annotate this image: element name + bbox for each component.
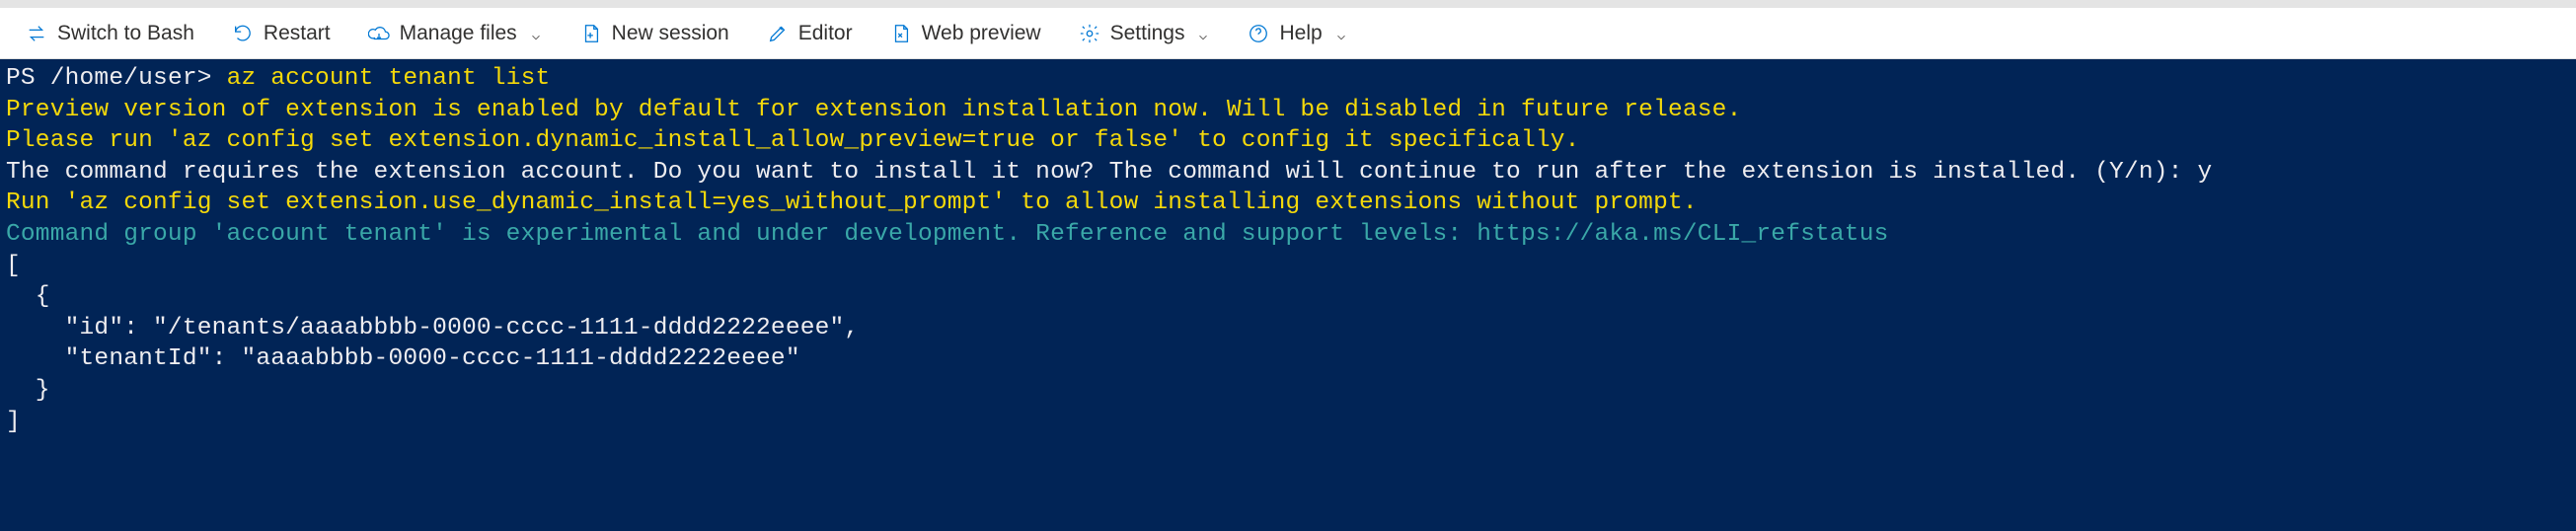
switch-shell-label: Switch to Bash	[57, 22, 194, 45]
gear-icon	[1079, 23, 1100, 44]
output-line: Please run 'az config set extension.dyna…	[6, 127, 1580, 154]
prompt-prefix: PS	[6, 65, 50, 92]
web-preview-button[interactable]: Web preview	[872, 16, 1059, 51]
prompt-path: /home/user	[50, 65, 197, 92]
json-line: "tenantId": "aaaabbbb-0000-cccc-1111-ddd…	[6, 345, 800, 372]
web-preview-label: Web preview	[922, 22, 1041, 45]
json-line: {	[6, 283, 50, 310]
editor-button[interactable]: Editor	[749, 16, 871, 51]
restart-button[interactable]: Restart	[214, 16, 348, 51]
output-line: Preview version of extension is enabled …	[6, 97, 1741, 123]
web-preview-icon	[890, 23, 912, 44]
manage-files-label: Manage files	[400, 22, 517, 45]
manage-files-button[interactable]: Manage files	[350, 16, 561, 51]
chevron-down-icon	[529, 27, 543, 40]
json-line: [	[6, 253, 21, 279]
output-line: Run 'az config set extension.use_dynamic…	[6, 190, 1698, 216]
restart-label: Restart	[264, 22, 331, 45]
terminal-output[interactable]: PS /home/user> az account tenant list Pr…	[0, 59, 2576, 531]
cloud-shell-toolbar: Switch to Bash Restart Manage files New …	[0, 8, 2576, 59]
new-session-button[interactable]: New session	[563, 16, 747, 51]
settings-button[interactable]: Settings	[1061, 16, 1229, 51]
help-button[interactable]: Help	[1230, 16, 1365, 51]
help-label: Help	[1279, 22, 1322, 45]
json-line: "id": "/tenants/aaaabbbb-0000-cccc-1111-…	[6, 315, 859, 341]
swap-icon	[26, 23, 47, 44]
command-text: az account tenant list	[227, 65, 551, 92]
new-session-label: New session	[612, 22, 729, 45]
editor-label: Editor	[798, 22, 853, 45]
new-session-icon	[580, 23, 602, 44]
prompt-suffix: >	[197, 65, 227, 92]
output-line: The command requires the extension accou…	[6, 159, 2212, 186]
switch-shell-button[interactable]: Switch to Bash	[8, 16, 212, 51]
editor-icon	[767, 23, 789, 44]
chevron-down-icon	[1334, 27, 1348, 40]
settings-label: Settings	[1110, 22, 1185, 45]
chevron-down-icon	[1196, 27, 1210, 40]
restart-icon	[232, 23, 254, 44]
output-line: Command group 'account tenant' is experi…	[6, 221, 1889, 248]
json-line: }	[6, 377, 50, 404]
cloud-files-icon	[368, 23, 390, 44]
help-icon	[1248, 23, 1269, 44]
json-line: ]	[6, 409, 21, 435]
